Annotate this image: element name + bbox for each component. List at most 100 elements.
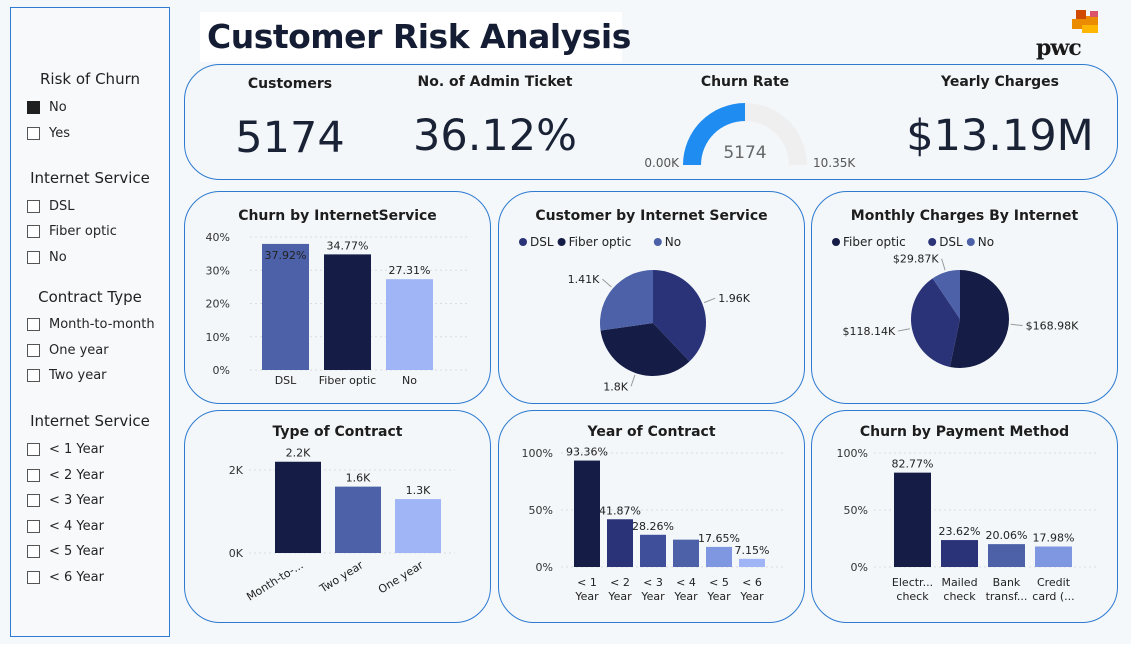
y-tick-label: 2K [229, 464, 244, 477]
chart-panel-type-of-contract: Type of Contract 0K 2K 2.2K Month-to-... 1.6… [184, 410, 491, 623]
slicer-option[interactable]: < 4 Year [27, 517, 104, 535]
x-tick-label: Year [673, 590, 698, 603]
checkbox[interactable] [27, 519, 40, 533]
legend-label[interactable]: Fiber optic [843, 235, 906, 249]
checkbox[interactable] [27, 343, 40, 357]
pie-slice[interactable] [600, 270, 653, 331]
checkbox[interactable] [27, 570, 40, 584]
slicer-option[interactable]: One year [27, 341, 109, 359]
slicer-option[interactable]: Month-to-month [27, 315, 155, 333]
x-tick-label: Credit [1037, 576, 1071, 589]
chart-panel-churn-by-internet: Churn by InternetService 0% 10% 20% 30% 40% 3… [184, 191, 491, 404]
checkbox[interactable] [27, 544, 40, 558]
slice-label: $29.87K [893, 253, 939, 266]
bar[interactable] [275, 461, 321, 553]
slicer-option[interactable]: Two year [27, 366, 107, 384]
y-tick-label: 20% [206, 298, 230, 311]
bar[interactable] [894, 472, 931, 567]
bar[interactable] [673, 539, 699, 567]
dashboard: Risk of Churn No Yes Internet Service DSL Fib… [0, 0, 1139, 652]
slicer-option[interactable]: Yes [27, 124, 70, 142]
bar[interactable] [640, 534, 666, 567]
y-tick-label: 0% [536, 561, 553, 574]
bar[interactable] [607, 519, 633, 567]
x-tick-label: < 6 [742, 576, 762, 589]
slicer-option[interactable]: DSL [27, 197, 75, 215]
legend-label[interactable]: DSL [939, 235, 963, 249]
slicer-option[interactable]: < 1 Year [27, 440, 104, 458]
y-tick-label: 50% [844, 504, 868, 517]
year-of-contract-chart: 0%50%100% 93.36%< 1Year41.87%< 2Year28.26… [522, 446, 784, 603]
x-tick-label: < 4 [676, 576, 696, 589]
leader-line [1010, 323, 1023, 327]
x-tick-label: Year [640, 590, 665, 603]
logo-block-5 [1090, 11, 1098, 17]
customer-by-internet-chart: DSL Fiber optic No 1.96K 1.8K 1.41K [519, 235, 751, 393]
checkbox[interactable] [27, 100, 40, 114]
x-tick-label: DSL [275, 374, 297, 387]
x-tick-label: Year [607, 590, 632, 603]
legend-marker [928, 238, 937, 246]
bar[interactable] [386, 279, 433, 370]
x-tick-label: Month-to-... [244, 559, 305, 604]
yearly-charges-value: $13.19M [906, 111, 1094, 161]
bar[interactable] [988, 544, 1025, 567]
legend-label[interactable]: No [665, 235, 681, 249]
x-tick-label: Fiber optic [319, 374, 376, 387]
slicer-option-label: Month-to-month [49, 316, 155, 332]
y-tick-label: 50% [529, 504, 553, 517]
checkbox[interactable] [27, 317, 40, 331]
checkbox[interactable] [27, 442, 40, 456]
bar[interactable] [262, 243, 309, 370]
data-label: 28.26% [632, 520, 674, 533]
x-tick-label: < 1 [577, 576, 597, 589]
slicer-option[interactable]: No [27, 248, 67, 266]
logo-block-1 [1076, 10, 1086, 19]
bar[interactable] [739, 558, 765, 567]
bar[interactable] [395, 499, 441, 553]
customers-label: Customers [247, 76, 333, 92]
x-tick-label: check [943, 590, 976, 603]
checkbox[interactable] [27, 368, 40, 382]
logo-block-2 [1086, 16, 1098, 25]
slicer-option-label: Two year [49, 367, 107, 383]
checkbox[interactable] [27, 126, 40, 140]
x-tick-label: Electr... [892, 576, 933, 589]
slice-label: 1.41K [568, 273, 600, 286]
bar[interactable] [941, 540, 978, 567]
bar[interactable] [574, 460, 600, 567]
slicer-option[interactable]: < 5 Year [27, 542, 104, 560]
bar[interactable] [324, 254, 371, 370]
legend-label[interactable]: No [978, 235, 994, 249]
checkbox[interactable] [27, 468, 40, 482]
checkbox[interactable] [27, 493, 40, 507]
slicer-option[interactable]: < 2 Year [27, 466, 104, 484]
pwc-logo: pwc [1032, 10, 1102, 62]
slicer-option[interactable]: < 3 Year [27, 491, 104, 509]
legend-marker [653, 238, 662, 246]
data-label: 7.15% [735, 544, 770, 557]
slicer-option[interactable]: No [27, 98, 67, 116]
checkbox[interactable] [27, 250, 40, 264]
checkbox[interactable] [27, 199, 40, 213]
data-label: 27.31% [389, 264, 431, 277]
slice-label: $168.98K [1026, 320, 1079, 333]
bar[interactable] [335, 486, 381, 553]
x-tick-label: < 5 [709, 576, 729, 589]
bar[interactable] [706, 546, 732, 567]
checkbox[interactable] [27, 224, 40, 238]
data-label: 34.77% [327, 239, 369, 252]
slicer-option-label: Fiber optic [49, 223, 117, 239]
slicer-option[interactable]: < 6 Year [27, 568, 104, 586]
data-label: 2.2K [286, 447, 311, 460]
bar[interactable] [1035, 546, 1072, 567]
legend-label[interactable]: Fiber optic [569, 235, 632, 249]
yearly-charges-label: Yearly Charges [941, 74, 1059, 90]
x-tick-label: Year [739, 590, 764, 603]
slice-label: $118.14K [842, 325, 895, 338]
page-title: Customer Risk Analysis [207, 17, 631, 56]
legend-label[interactable]: DSL [530, 235, 554, 249]
slicer-option-label: < 1 Year [49, 441, 104, 457]
kpi-panel: Customers 5174 No. of Admin Ticket 36.12… [184, 64, 1118, 180]
slicer-option[interactable]: Fiber optic [27, 222, 117, 240]
